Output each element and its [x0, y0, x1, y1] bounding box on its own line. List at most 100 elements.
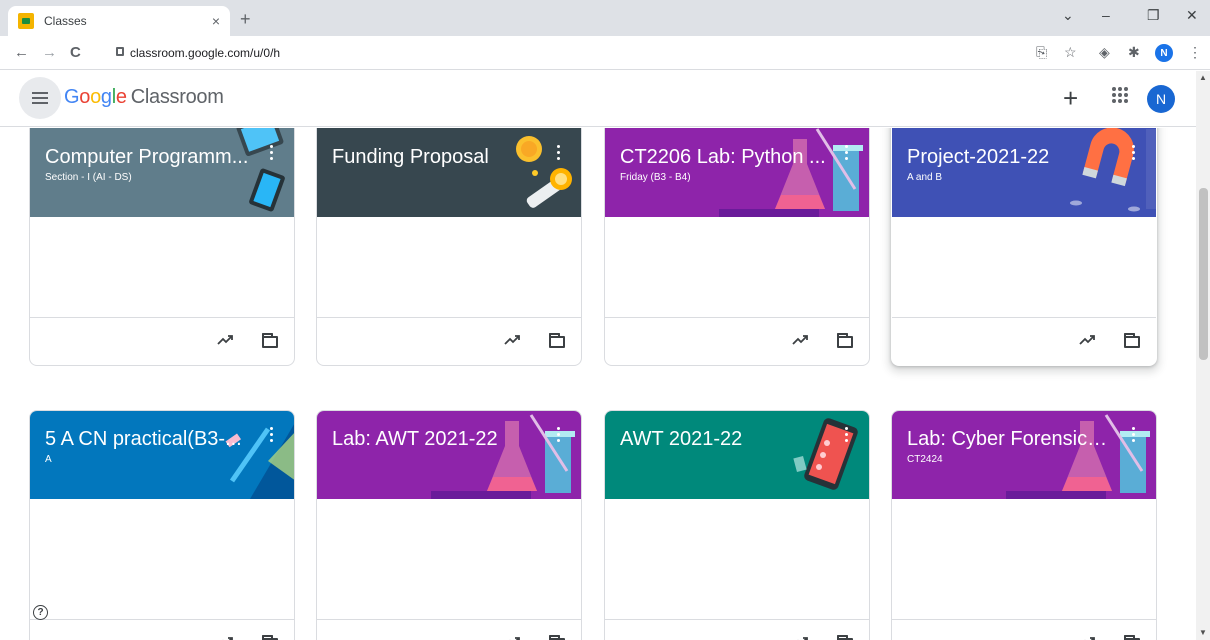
share-icon[interactable]: ⎘: [1036, 44, 1047, 61]
classroom-header: Google Classroom + N: [0, 71, 1196, 127]
browser-menu-icon[interactable]: ⋮: [1188, 44, 1202, 61]
scrollbar-thumb[interactable]: [1199, 188, 1208, 360]
url-text: classroom.google.com/u/0/h: [130, 46, 281, 60]
class-card[interactable]: Lab: AWT 2021-22: [316, 410, 582, 640]
class-title[interactable]: Lab: AWT 2021-22: [332, 428, 542, 451]
trending-up-icon[interactable]: [217, 334, 233, 346]
back-button[interactable]: ←: [14, 44, 29, 61]
class-card-footer: [30, 619, 294, 640]
create-or-join-class-button[interactable]: +: [1063, 83, 1078, 114]
tab-title: Classes: [44, 14, 87, 28]
class-card-footer: [892, 317, 1156, 365]
class-options-icon[interactable]: [557, 427, 561, 443]
minimize-button[interactable]: –: [1102, 7, 1110, 23]
tab-search-icon[interactable]: ⌄: [1062, 7, 1074, 24]
trending-up-icon[interactable]: [1079, 334, 1095, 346]
extension-icon[interactable]: ◈: [1099, 44, 1110, 61]
class-card[interactable]: CT2206 Lab: Python ... Friday (B3 - B4): [604, 128, 870, 366]
lab-flask-illustration-icon: [1006, 414, 1150, 499]
class-options-icon[interactable]: [270, 145, 274, 161]
scroll-up-arrow-icon[interactable]: ▲: [1199, 73, 1207, 82]
trending-up-icon[interactable]: [1079, 636, 1095, 640]
trending-up-icon[interactable]: [792, 334, 808, 346]
class-options-icon[interactable]: [1132, 427, 1136, 443]
class-title[interactable]: Funding Proposal: [332, 146, 542, 169]
class-title[interactable]: CT2206 Lab: Python ...: [620, 146, 830, 169]
class-options-icon[interactable]: [845, 427, 849, 443]
class-card-banner: Computer Programm... Section - I (AI - D…: [30, 128, 294, 217]
class-card-banner: 5 A CN practical(B3-... A: [30, 411, 294, 499]
magnet-illustration-icon: [1070, 128, 1156, 212]
class-card-banner: Lab: Cyber Forensics ... CT2424: [892, 411, 1156, 499]
address-bar[interactable]: classroom.google.com/u/0/h: [104, 41, 1040, 65]
browser-tab-classes[interactable]: Classes ×: [8, 6, 230, 36]
lab-flask-illustration-icon: [431, 414, 575, 499]
close-tab-icon[interactable]: ×: [212, 13, 220, 29]
class-options-icon[interactable]: [270, 427, 274, 443]
class-card-banner: Lab: AWT 2021-22: [317, 411, 581, 499]
close-window-button[interactable]: ✕: [1186, 7, 1198, 24]
class-card[interactable]: Lab: Cyber Forensics ... CT2424: [891, 410, 1157, 640]
class-title[interactable]: Project-2021-22: [907, 146, 1117, 169]
restore-button[interactable]: ❐: [1147, 7, 1160, 24]
coin-illustration-icon: [516, 136, 572, 208]
class-card[interactable]: Computer Programm... Section - I (AI - D…: [29, 128, 295, 366]
class-card-banner: Funding Proposal: [317, 128, 581, 217]
classroom-favicon-icon: [18, 13, 34, 29]
class-title[interactable]: AWT 2021-22: [620, 428, 830, 451]
class-card[interactable]: 5 A CN practical(B3-... A: [29, 410, 295, 640]
class-card-footer: [317, 619, 581, 640]
trending-up-icon[interactable]: [792, 636, 808, 640]
phone-illustration-icon: [793, 418, 858, 490]
class-section[interactable]: A and B: [907, 172, 942, 183]
pencil-illustration-icon: [225, 424, 294, 499]
lab-flask-illustration-icon: [719, 128, 863, 217]
bookmark-star-icon[interactable]: ☆: [1064, 44, 1077, 61]
main-menu-button[interactable]: [19, 77, 61, 119]
class-options-icon[interactable]: [845, 145, 849, 161]
google-apps-icon[interactable]: [1112, 87, 1128, 103]
scroll-down-arrow-icon[interactable]: ▼: [1199, 628, 1207, 637]
class-card-footer: [30, 317, 294, 365]
hamburger-icon: [32, 97, 48, 99]
class-section[interactable]: CT2424: [907, 454, 943, 465]
browser-profile-avatar[interactable]: N: [1155, 44, 1173, 62]
class-title[interactable]: Lab: Cyber Forensics ...: [907, 428, 1117, 451]
class-card-footer: [605, 619, 869, 640]
class-section[interactable]: A: [45, 454, 52, 465]
help-icon[interactable]: ?: [33, 605, 48, 620]
class-options-icon[interactable]: [1132, 145, 1136, 161]
class-title[interactable]: Computer Programm...: [45, 146, 255, 169]
lock-icon: [116, 47, 124, 56]
class-card-grid: Computer Programm... Section - I (AI - D…: [0, 128, 1196, 640]
class-options-icon[interactable]: [557, 145, 561, 161]
class-title[interactable]: 5 A CN practical(B3-...: [45, 428, 255, 451]
folder-icon[interactable]: [1124, 333, 1140, 348]
trending-up-icon[interactable]: [504, 636, 520, 640]
class-card-banner: AWT 2021-22: [605, 411, 869, 499]
folder-icon[interactable]: [549, 333, 565, 348]
class-section[interactable]: Section - I (AI - DS): [45, 172, 132, 183]
trending-up-icon[interactable]: [504, 334, 520, 346]
class-card-banner: CT2206 Lab: Python ... Friday (B3 - B4): [605, 128, 869, 217]
browser-tabstrip: Classes × + ⌄ – ❐ ✕: [0, 0, 1210, 36]
google-classroom-logo[interactable]: Google Classroom: [64, 86, 224, 109]
browser-toolbar: ← → C classroom.google.com/u/0/h ⎘ ☆ ◈ ✱…: [0, 36, 1210, 70]
class-card[interactable]: Funding Proposal: [316, 128, 582, 366]
user-avatar[interactable]: N: [1147, 85, 1175, 113]
extensions-puzzle-icon[interactable]: ✱: [1128, 44, 1140, 61]
class-section[interactable]: Friday (B3 - B4): [620, 172, 691, 183]
folder-icon[interactable]: [837, 333, 853, 348]
folder-icon[interactable]: [262, 333, 278, 348]
class-card[interactable]: Project-2021-22 A and B: [891, 128, 1157, 366]
trending-up-icon[interactable]: [217, 636, 233, 640]
class-card-footer: [605, 317, 869, 365]
class-card[interactable]: AWT 2021-22: [604, 410, 870, 640]
tablet-illustration-icon: [236, 128, 285, 212]
forward-button[interactable]: →: [42, 44, 57, 61]
class-card-footer: [892, 619, 1156, 640]
class-card-banner: Project-2021-22 A and B: [892, 128, 1156, 217]
reload-button[interactable]: C: [70, 44, 81, 61]
class-card-footer: [317, 317, 581, 365]
new-tab-button[interactable]: +: [240, 9, 251, 30]
